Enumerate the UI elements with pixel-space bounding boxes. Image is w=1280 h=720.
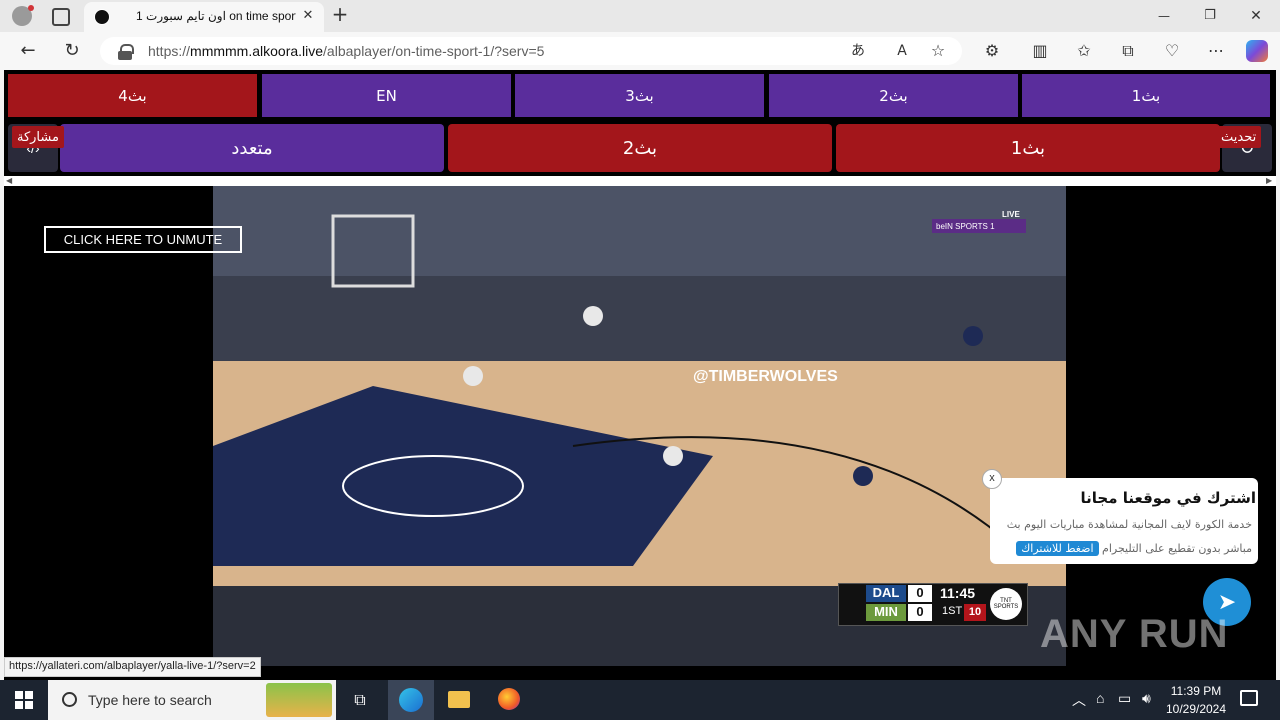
status-bar-link: https://yallateri.com/albaplayer/yalla-l… [4,657,261,677]
subscribe-button[interactable]: اضغط للاشتراك [1016,541,1099,556]
tab-close-icon[interactable]: ✕ [296,6,320,26]
edge-logo-icon [399,688,423,712]
tray-network-icon[interactable]: ⌂ [1096,690,1104,706]
multi-stream-button[interactable]: متعدد [60,124,444,172]
soccer-ball-icon [94,9,110,25]
live-label: LIVE [1002,210,1020,219]
unmute-button[interactable]: CLICK HERE TO UNMUTE [44,226,242,253]
score-min: 0 [908,604,932,621]
scoreboard-dal: DAL [866,585,906,602]
maximize-button[interactable]: ❐ [1198,6,1222,26]
clock-time[interactable]: 11:39 PM [1166,684,1226,698]
server-button-en[interactable]: EN [262,74,511,117]
favorite-star-icon[interactable]: ☆ [926,41,950,61]
file-explorer-icon[interactable] [448,691,470,708]
anyrun-watermark: ANY RUN [1040,612,1229,656]
tray-chevron-icon[interactable]: ︿ [1072,690,1086,710]
url-prefix: https:// [148,43,191,59]
scoreboard-min: MIN [866,604,906,621]
search-highlight-icon [266,683,332,717]
url-host: mmmmm.alkoora.live [190,43,324,59]
server-button-4[interactable]: بث4 [8,74,257,117]
network-badge: beIN SPORTS 1 [932,219,1026,233]
favorites-icon[interactable]: ✩ [1072,41,1096,61]
notification-dot-icon [28,5,34,11]
game-period: 1ST [942,605,963,617]
taskbar-search-placeholder: Type here to search [88,692,212,708]
notifications-icon[interactable] [1240,690,1258,706]
popup-body: خدمة الكورة لايف المجانية لمشاهدة مباريا… [1000,513,1252,561]
lock-body-icon [118,51,132,60]
popup-close-button[interactable]: x [982,469,1002,489]
new-tab-button[interactable]: + [328,4,352,24]
more-menu-icon[interactable]: ⋯ [1204,41,1228,61]
firefox-icon[interactable] [498,688,520,710]
reload-icon[interactable]: ↻ [60,41,84,61]
translate-icon[interactable]: あ [846,41,870,61]
share-label[interactable]: مشاركة [12,126,64,148]
windows-start-icon[interactable] [15,691,33,709]
browser-essentials-icon[interactable]: ♡ [1160,41,1184,61]
server-button-3[interactable]: بث3 [515,74,764,117]
tab-actions-icon[interactable] [52,8,70,26]
shot-clock: 10 [964,604,986,621]
stream-2-button[interactable]: بث2 [448,124,832,172]
minimize-button[interactable]: — [1152,6,1176,26]
server-button-2[interactable]: بث2 [769,74,1018,117]
copilot-icon[interactable] [1246,40,1268,62]
url-text[interactable]: https://mmmmm.alkoora.live/albaplayer/on… [148,43,544,59]
extensions-icon[interactable]: ⚙ [980,41,1004,61]
score-dal: 0 [908,585,932,602]
scroll-right-icon[interactable]: ▶ [1266,176,1272,185]
stream-1-button[interactable]: بث1 [836,124,1220,172]
horizontal-scrollbar[interactable] [4,176,1276,186]
read-aloud-icon[interactable]: A [890,41,914,61]
server-button-1[interactable]: بث1 [1022,74,1270,117]
tab-title: اون تايم سبورت 1 on time sport 1 [136,9,296,23]
tnt-sports-logo: TNT SPORTS [990,588,1022,620]
scroll-left-icon[interactable]: ◀ [6,176,12,185]
game-clock: 11:45 [940,585,976,601]
split-screen-icon[interactable]: ▥ [1028,41,1052,61]
tray-volume-icon[interactable]: 🔊︎ [1142,690,1151,707]
close-window-button[interactable]: ✕ [1244,6,1268,26]
back-arrow-icon[interactable]: ← [16,41,40,61]
clock-date[interactable]: 10/29/2024 [1162,702,1230,716]
search-icon [62,692,77,707]
svg-text:@TIMBERWOLVES: @TIMBERWOLVES [693,368,838,385]
url-path: /albaplayer/on-time-sport-1/?serv=5 [323,43,545,59]
collections-icon[interactable]: ⧉ [1116,41,1140,61]
popup-title: اشترك في موقعنا مجانا [1080,489,1257,507]
task-view-icon[interactable]: ⧉ [348,690,372,710]
refresh-label[interactable]: تحديث [1216,126,1262,148]
tray-wifi-icon[interactable]: ▭ [1118,690,1131,707]
